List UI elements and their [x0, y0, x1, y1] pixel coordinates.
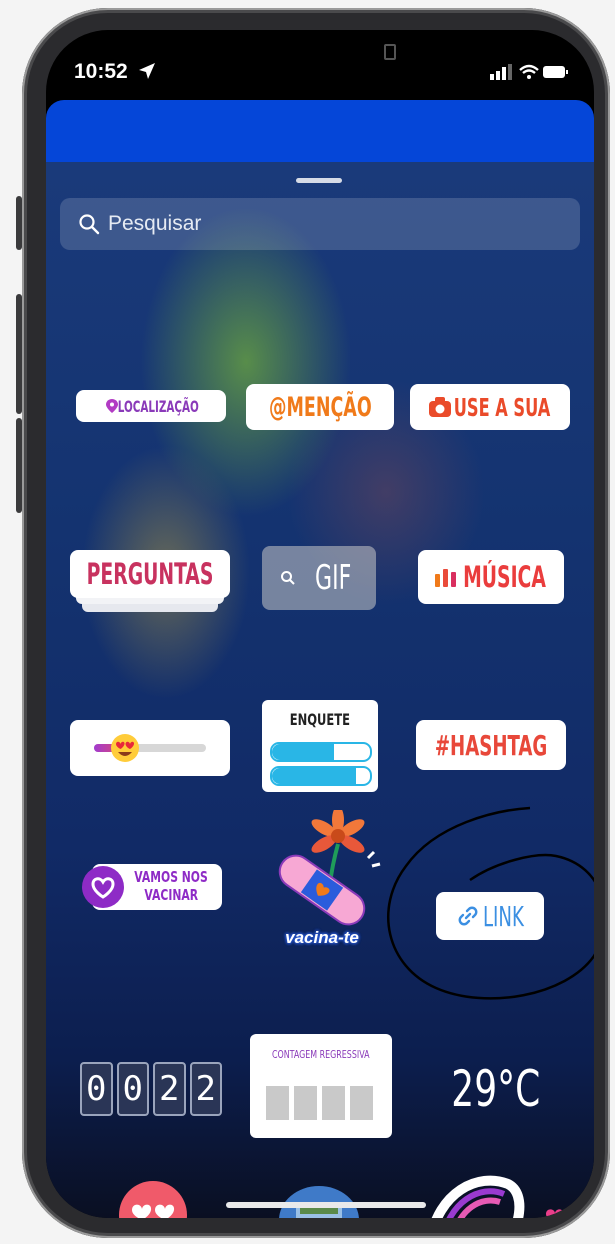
- sticker-tray: Pesquisar LOCALIZAÇÃO @MENÇÃO USE A SUA: [46, 162, 594, 1218]
- search-icon: [280, 571, 295, 585]
- clock-digits: 0 0 2 2: [80, 1062, 222, 1116]
- slider-track: [94, 734, 206, 762]
- clock-digit: 2: [189, 1062, 222, 1116]
- search-icon: [79, 214, 100, 235]
- vaccinate-sticker[interactable]: VAMOS NOS VACINAR: [80, 858, 224, 920]
- status-time: 10:52: [74, 60, 128, 83]
- sheet-grabber[interactable]: [296, 178, 342, 183]
- questions-sticker[interactable]: PERGUNTAS: [70, 550, 230, 612]
- photo-sticker[interactable]: [274, 1180, 364, 1218]
- emoji-slider-sticker[interactable]: [70, 720, 230, 776]
- gif-label: GIF: [314, 558, 352, 598]
- use-yours-sticker[interactable]: USE A SUA: [410, 384, 570, 430]
- pin-icon: [105, 399, 118, 413]
- hashtag-sticker[interactable]: #HASHTAG: [416, 720, 566, 770]
- countdown-label: CONTAGEM REGRESSIVA: [272, 1048, 370, 1061]
- rainbow-sticker[interactable]: [418, 1162, 594, 1218]
- clock-sticker[interactable]: 0 0 2 2: [80, 1062, 222, 1116]
- camera-icon: [429, 397, 451, 417]
- location-label: LOCALIZAÇÃO: [117, 396, 199, 416]
- mute-switch: [16, 196, 22, 250]
- use-yours-label: USE A SUA: [453, 392, 551, 422]
- vaccinate-line2: VACINAR: [144, 886, 198, 904]
- wifi-icon: [519, 64, 539, 79]
- poll-label: ENQUETE: [289, 710, 351, 729]
- poll-option-2: [270, 766, 372, 786]
- poll-sticker[interactable]: ENQUETE: [262, 700, 378, 792]
- status-icons: [490, 64, 568, 80]
- camera-indicator: [384, 44, 396, 60]
- hand-drawn-circle: [387, 806, 594, 1000]
- poll-option-1: [270, 742, 372, 762]
- music-sticker[interactable]: MÚSICA: [418, 550, 564, 604]
- heart-eyes-emoji-icon[interactable]: [110, 733, 140, 763]
- hashtag-label: #HASHTAG: [434, 728, 548, 762]
- signal-icon: [490, 64, 512, 80]
- home-indicator[interactable]: [226, 1202, 426, 1208]
- clock-digit: 2: [153, 1062, 186, 1116]
- clock-digit: 0: [116, 1062, 149, 1116]
- status-bar: 10:52: [46, 30, 594, 100]
- volume-up-button: [16, 294, 22, 414]
- battery-icon: [543, 66, 568, 78]
- countdown-boxes: [266, 1086, 373, 1120]
- volume-down-button: [16, 418, 22, 513]
- music-label: MÚSICA: [462, 560, 546, 594]
- clock-digit: 0: [80, 1062, 113, 1116]
- gif-sticker[interactable]: GIF: [262, 546, 376, 610]
- phone-screen: 10:52 Pesquisar LOCALIZAÇÃO @MENÇÃO USE …: [46, 30, 594, 1218]
- mention-sticker[interactable]: @MENÇÃO: [246, 384, 394, 430]
- temperature-sticker[interactable]: 29°C: [416, 1056, 576, 1122]
- heart-eyes-sticker[interactable]: [116, 1178, 190, 1218]
- story-header-bar: [46, 100, 594, 162]
- music-bars-icon: [434, 569, 456, 587]
- countdown-sticker[interactable]: CONTAGEM REGRESSIVA: [250, 1034, 392, 1138]
- search-placeholder: Pesquisar: [108, 212, 202, 235]
- search-input[interactable]: Pesquisar: [60, 198, 580, 250]
- mention-label: @MENÇÃO: [268, 391, 372, 423]
- location-arrow-icon: [139, 63, 155, 79]
- temperature-label: 29°C: [451, 1060, 541, 1118]
- questions-label: PERGUNTAS: [86, 557, 214, 591]
- location-sticker[interactable]: LOCALIZAÇÃO: [76, 390, 226, 422]
- vaccinate-line1: VAMOS NOS: [134, 868, 208, 886]
